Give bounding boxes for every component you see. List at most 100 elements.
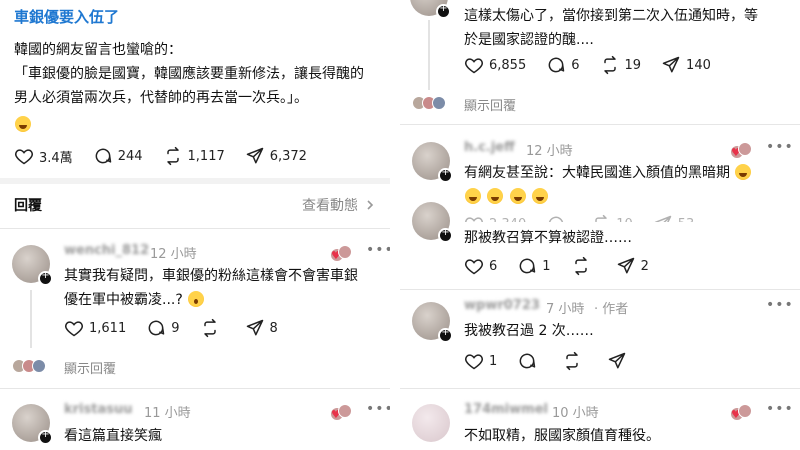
share-count: 140 bbox=[686, 57, 711, 73]
repost-button[interactable]: 1,117 bbox=[163, 146, 225, 166]
follow-plus-icon[interactable] bbox=[38, 270, 53, 286]
divider bbox=[0, 388, 390, 389]
section-separator bbox=[0, 178, 390, 184]
repost-button[interactable] bbox=[200, 318, 225, 338]
avatar[interactable] bbox=[12, 404, 53, 445]
share-count: 8 bbox=[269, 320, 278, 336]
reply-line-1: 不如取精，服國家顏值育種役。 bbox=[464, 428, 660, 444]
show-replies-link[interactable]: 顯示回覆 bbox=[64, 358, 116, 377]
comment-count: 244 bbox=[117, 148, 143, 164]
like-button[interactable]: 6 bbox=[464, 256, 497, 276]
laugh-emoji bbox=[735, 164, 752, 180]
right-panel: 這樣太傷心了，當你接到第二次入伍通知時，等 於是國家認證的醜.... 6,855… bbox=[400, 0, 800, 450]
avatar bbox=[738, 404, 752, 418]
reply-username[interactable]: kristasuu bbox=[64, 402, 133, 417]
share-button[interactable]: 6,372 bbox=[245, 146, 307, 166]
avatar[interactable] bbox=[12, 245, 53, 286]
reply-line-2: 於是國家認證的醜.... bbox=[464, 32, 594, 48]
reply-time: 11 小時 bbox=[144, 406, 191, 421]
share-count: 2 bbox=[640, 258, 649, 274]
like-count: 1,611 bbox=[89, 320, 127, 336]
divider bbox=[400, 124, 800, 125]
repost-icon bbox=[574, 256, 587, 276]
liked-by-author-indicator: ♥ bbox=[730, 404, 758, 421]
laugh-emoji bbox=[487, 188, 504, 204]
like-button[interactable]: 6,855 bbox=[464, 55, 526, 75]
reply-username[interactable]: 174miwmel bbox=[464, 402, 548, 417]
avatar bbox=[432, 96, 446, 110]
thread-line bbox=[428, 20, 430, 90]
more-icon[interactable]: ••• bbox=[366, 242, 390, 258]
comment-button[interactable]: 1 bbox=[517, 256, 551, 276]
like-count: 3.4萬 bbox=[39, 150, 73, 166]
repost-button[interactable] bbox=[571, 256, 596, 276]
share-button[interactable]: 8 bbox=[245, 318, 278, 338]
share-button[interactable]: 140 bbox=[661, 55, 711, 75]
reply-username[interactable]: wenchi_812 bbox=[64, 243, 149, 258]
reply-username[interactable]: h.c.jeff bbox=[464, 140, 515, 155]
chevron-right-icon bbox=[367, 200, 374, 210]
see-activity-link[interactable]: 查看動態 bbox=[302, 195, 376, 215]
share-icon bbox=[609, 352, 626, 369]
comment-button[interactable]: 9 bbox=[146, 318, 180, 338]
avatar[interactable] bbox=[412, 404, 450, 442]
screenshot-collage: 車銀優要入伍了 韓國的網友留言也蠻嗆的： 「車銀優的臉是國寶，韓國應該要重新修法… bbox=[0, 0, 800, 450]
reply-line-1: 看這篇直接笑瘋 bbox=[64, 428, 162, 444]
follow-plus-icon[interactable] bbox=[436, 3, 451, 19]
avatar bbox=[338, 404, 352, 418]
left-panel: 車銀優要入伍了 韓國的網友留言也蠻嗆的： 「車銀優的臉是國寶，韓國應該要重新修法… bbox=[0, 0, 390, 450]
avatar[interactable] bbox=[412, 202, 453, 243]
share-button[interactable] bbox=[607, 351, 632, 371]
more-icon[interactable]: ••• bbox=[766, 139, 794, 155]
avatar bbox=[32, 359, 46, 373]
reply-actions: 1,611 9 8 bbox=[64, 318, 298, 338]
follow-plus-icon[interactable] bbox=[438, 227, 453, 243]
repost-icon bbox=[603, 55, 616, 75]
like-button[interactable]: 3.4萬 bbox=[14, 146, 73, 166]
laugh-emoji bbox=[509, 188, 526, 204]
repost-button[interactable]: 19 bbox=[600, 55, 641, 75]
laugh-emoji bbox=[532, 188, 549, 204]
reply-line-1: 其實我有疑問，車銀優的粉絲這樣會不會害車銀 bbox=[64, 268, 358, 284]
avatar[interactable] bbox=[412, 142, 453, 183]
reply-actions: 1 bbox=[464, 351, 652, 371]
heart-icon bbox=[465, 354, 483, 370]
post-title-link[interactable]: 車銀優要入伍了 bbox=[14, 6, 119, 27]
reply-line-1: 這樣太傷心了，當你接到第二次入伍通知時，等 bbox=[464, 8, 758, 24]
more-icon[interactable]: ••• bbox=[766, 401, 794, 417]
comment-button[interactable] bbox=[517, 351, 542, 371]
share-icon bbox=[617, 257, 634, 274]
comment-button[interactable]: 6 bbox=[546, 55, 580, 75]
follow-plus-icon[interactable] bbox=[38, 429, 53, 445]
more-icon[interactable]: ••• bbox=[366, 401, 390, 417]
show-replies-link[interactable]: 顯示回覆 bbox=[464, 95, 516, 114]
reply-time: 7 小時 bbox=[546, 302, 585, 317]
avatar[interactable] bbox=[412, 302, 453, 343]
comment-button[interactable]: 244 bbox=[93, 146, 143, 166]
post-line-2: 「車銀優的臉是國寶，韓國應該要重新修法，讓長得醜的 bbox=[14, 66, 364, 82]
follow-plus-icon[interactable] bbox=[438, 167, 453, 183]
avatar bbox=[338, 245, 352, 259]
repost-button[interactable] bbox=[562, 351, 587, 371]
replies-heading: 回覆 bbox=[14, 198, 42, 214]
divider bbox=[400, 289, 800, 290]
like-button[interactable]: 1,611 bbox=[64, 318, 126, 338]
post-actions: 3.4萬 244 1,117 6,372 bbox=[14, 146, 327, 166]
post-line-3: 男人必須當兩次兵，代替帥的再去當一次兵。」。 bbox=[14, 90, 308, 106]
reply-emoji-line bbox=[464, 185, 549, 209]
avatar[interactable] bbox=[410, 0, 451, 19]
share-button[interactable]: 2 bbox=[616, 256, 649, 276]
comment-icon bbox=[519, 258, 536, 274]
reply-line-2: 優在軍中被霸凌...? bbox=[64, 292, 183, 308]
repost-count: 1,117 bbox=[187, 148, 225, 164]
like-button[interactable]: 1 bbox=[464, 351, 497, 371]
follow-plus-icon[interactable] bbox=[438, 327, 453, 343]
reply-avatars bbox=[412, 96, 446, 110]
like-count: 6,855 bbox=[489, 57, 527, 73]
more-icon[interactable]: ••• bbox=[766, 297, 794, 313]
share-icon bbox=[662, 56, 680, 73]
repost-icon bbox=[166, 146, 179, 166]
reply-actions: 6 1 2 bbox=[464, 256, 669, 276]
laugh-emoji bbox=[465, 188, 481, 204]
reply-username[interactable]: wpwr0723 bbox=[464, 298, 540, 313]
